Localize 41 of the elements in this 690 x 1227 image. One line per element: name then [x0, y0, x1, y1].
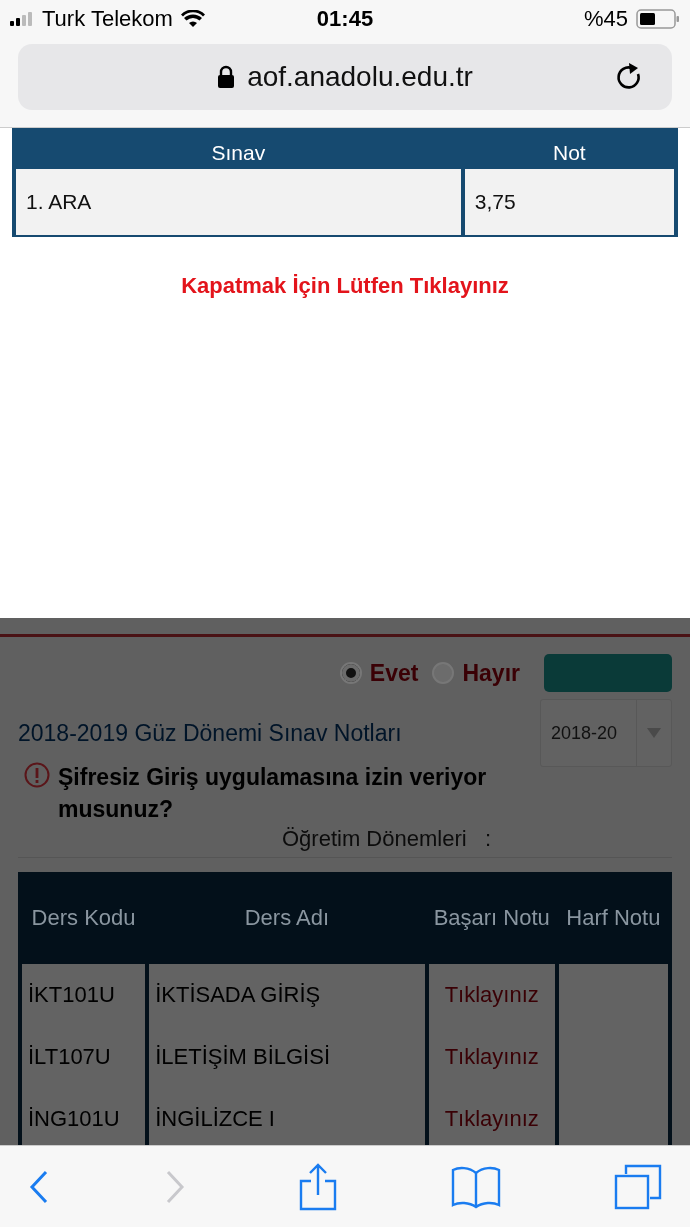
- close-link[interactable]: Kapatmak İçin Lütfen Tıklayınız: [181, 273, 509, 298]
- tabs-icon[interactable]: [614, 1163, 662, 1210]
- grade-link[interactable]: Tıklayınız: [428, 1088, 555, 1145]
- column-header: Not: [552, 140, 587, 166]
- back-icon[interactable]: [28, 1169, 50, 1204]
- column-header: Sınav: [210, 140, 267, 166]
- dropdown-arrow-icon: [647, 728, 661, 738]
- column-header: Başarı Notu: [432, 904, 551, 932]
- url-text: aof.anadolu.edu.tr: [247, 61, 473, 93]
- address-bar[interactable]: aof.anadolu.edu.tr: [18, 44, 672, 110]
- lock-icon: [217, 65, 236, 89]
- radio-circle[interactable]: [432, 662, 455, 684]
- table-cell: İNGİLİZCE I: [149, 1088, 425, 1145]
- term-label: Öğretim Dönemleri :: [282, 826, 492, 851]
- column-header: Harf Notu: [565, 904, 662, 932]
- column-header: Ders Adı: [243, 904, 331, 932]
- term-select[interactable]: 2018-20: [540, 699, 672, 767]
- clock-time: 01:45: [316, 6, 374, 32]
- signal-icon: [10, 12, 34, 26]
- grade-link[interactable]: Tıklayınız: [428, 1026, 555, 1088]
- table-cell: İNG101U: [22, 1088, 146, 1145]
- table-cell: İKTİSADA GİRİŞ: [149, 964, 425, 1026]
- battery-icon: [636, 9, 680, 29]
- warning-text: Şifresiz Giriş uygulamasına izin veriyor musunuz?: [58, 763, 488, 824]
- radio-circle[interactable]: [339, 662, 362, 684]
- battery-percent: %45: [583, 6, 628, 32]
- book-icon[interactable]: [450, 1164, 501, 1209]
- carrier-name: Turk Telekom: [42, 6, 173, 32]
- table-cell: 1. ARA: [16, 169, 461, 235]
- radio-option[interactable]: Hayır: [432, 659, 520, 687]
- column-header: Ders Kodu: [30, 904, 137, 932]
- wifi-icon: [180, 10, 205, 28]
- share-icon[interactable]: [299, 1162, 337, 1211]
- warning-icon: [24, 762, 50, 788]
- table-cell: İLT107U: [22, 1026, 146, 1088]
- table-cell: İKT101U: [22, 964, 146, 1026]
- radio-option[interactable]: Evet: [339, 659, 419, 687]
- table-cell: 3,75: [464, 169, 674, 235]
- grade-link[interactable]: Tıklayınız: [428, 964, 555, 1026]
- page-title: 2018-2019 Güz Dönemi Sınav Notları: [18, 719, 402, 747]
- table-cell: İLETİŞİM BİLGİSİ: [149, 1026, 425, 1088]
